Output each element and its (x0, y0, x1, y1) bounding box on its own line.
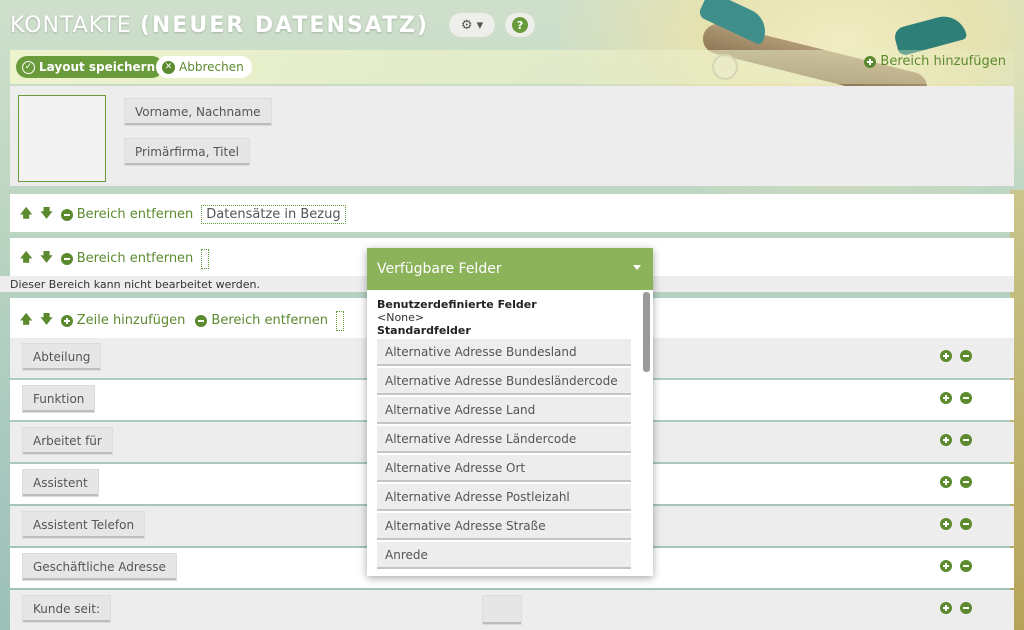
section-title-field[interactable] (336, 310, 345, 331)
add-field-icon[interactable] (940, 518, 952, 530)
move-down-icon[interactable]: 🡇 (40, 248, 52, 269)
move-up-icon[interactable]: 🡅 (20, 310, 32, 331)
cancel-button[interactable]: ✕ Abbrechen (156, 56, 252, 78)
field-chip[interactable]: Geschäftliche Adresse (22, 553, 177, 581)
category-heading: Standardfelder (377, 324, 471, 337)
dropdown-header[interactable]: Verfügbare Felder (367, 248, 653, 290)
dropdown-list: Benutzerdefinierte Felder <None> Standar… (367, 290, 653, 580)
field-chip[interactable]: Arbeitet für (22, 427, 113, 455)
help-button[interactable]: ? (505, 13, 536, 37)
field-option[interactable]: Anrede (377, 542, 631, 569)
scrollbar[interactable] (643, 292, 650, 372)
add-row-label: Zeile hinzufügen (76, 313, 186, 328)
header-section: Vorname, Nachname Primärfirma, Titel (10, 86, 1014, 186)
add-field-icon[interactable] (940, 602, 952, 614)
add-area-button[interactable]: Bereich hinzufügen (864, 54, 1006, 69)
related-records-section: 🡅 🡇 Bereich entfernen Datensätze in Bezu… (10, 194, 1014, 232)
plus-icon (864, 55, 877, 68)
photo-placeholder[interactable] (18, 95, 106, 182)
plus-icon (60, 314, 73, 327)
remove-field-icon[interactable] (960, 434, 972, 446)
page-title: KONTAKTE (NEUER DATENSATZ) (10, 13, 429, 38)
check-icon: ✓ (22, 60, 35, 74)
remove-field-icon[interactable] (960, 392, 972, 404)
dropdown-title: Verfügbare Felder (377, 261, 502, 277)
minus-icon (60, 252, 73, 265)
field-chip[interactable]: Kunde seit: (22, 595, 112, 623)
add-field-icon[interactable] (940, 476, 952, 488)
help-icon: ? (512, 17, 529, 33)
field-option[interactable]: Alternative Adresse Postleizahl (377, 484, 631, 511)
settings-menu-button[interactable]: ⚙ ▾ (449, 13, 496, 37)
remove-field-icon[interactable] (960, 350, 972, 362)
category-heading: Benutzerdefinierte Felder (377, 298, 537, 311)
company-field[interactable]: Primärfirma, Titel (124, 138, 250, 166)
section-title-field[interactable] (201, 248, 210, 269)
name-field[interactable]: Vorname, Nachname (124, 98, 272, 126)
remove-area-label: Bereich entfernen (76, 207, 194, 222)
move-up-icon[interactable]: 🡅 (20, 204, 32, 225)
title-bar: KONTAKTE (NEUER DATENSATZ) ⚙ ▾ ? (10, 8, 536, 42)
add-field-icon[interactable] (940, 560, 952, 572)
remove-area-label: Bereich entfernen (76, 251, 194, 266)
readonly-note: Dieser Bereich kann nicht bearbeitet wer… (10, 278, 260, 291)
field-option[interactable]: Alternative Adresse Bundesland (377, 339, 631, 366)
move-down-icon[interactable]: 🡇 (40, 204, 52, 225)
remove-area-button[interactable]: Bereich entfernen (60, 207, 194, 222)
layout-toolbar: ✓ Layout speichern ✕ Abbrechen Bereich h… (10, 50, 1014, 84)
page-title-subtitle: (NEUER DATENSATZ) (139, 12, 430, 38)
move-down-icon[interactable]: 🡇 (40, 310, 52, 331)
remove-field-icon[interactable] (960, 560, 972, 572)
remove-area-label: Bereich entfernen (211, 313, 329, 328)
field-option[interactable]: Alternative Adresse Bundesländercode (377, 368, 631, 395)
add-area-label: Bereich hinzufügen (880, 54, 1006, 69)
field-option[interactable]: Alternative Adresse Ort (377, 455, 631, 482)
remove-area-button[interactable]: Bereich entfernen (60, 251, 194, 266)
minus-icon (60, 208, 73, 221)
move-up-icon[interactable]: 🡅 (20, 248, 32, 269)
none-option[interactable]: <None> (377, 311, 643, 324)
gear-icon: ⚙ ▾ (460, 17, 484, 33)
page-title-module: KONTAKTE (10, 12, 132, 38)
field-chip[interactable]: Abteilung (22, 343, 102, 371)
save-layout-label: Layout speichern (39, 60, 156, 74)
field-chip[interactable]: Assistent (22, 469, 99, 497)
add-row-button[interactable]: Zeile hinzufügen (60, 313, 186, 328)
remove-field-icon[interactable] (960, 518, 972, 530)
minus-icon (195, 314, 208, 327)
remove-field-icon[interactable] (960, 476, 972, 488)
close-icon: ✕ (162, 60, 175, 74)
remove-area-button[interactable]: Bereich entfernen (195, 313, 328, 328)
field-option[interactable]: Alternative Adresse Land (377, 397, 631, 424)
section-title-field[interactable]: Datensätze in Bezug (201, 205, 346, 224)
available-fields-dropdown: Verfügbare Felder Benutzerdefinierte Fel… (367, 248, 653, 576)
save-layout-button[interactable]: ✓ Layout speichern (16, 56, 164, 78)
field-option[interactable]: Alternative Adresse Straße (377, 513, 631, 540)
field-chip[interactable]: Assistent Telefon (22, 511, 146, 539)
field-option[interactable]: Alternative Adresse Ländercode (377, 426, 631, 453)
field-row: Kunde seit: (10, 590, 1014, 630)
caret-down-icon[interactable] (633, 265, 641, 270)
value-field[interactable] (482, 595, 522, 625)
add-field-icon[interactable] (940, 350, 952, 362)
cancel-label: Abbrechen (179, 60, 244, 74)
add-field-icon[interactable] (940, 434, 952, 446)
add-field-icon[interactable] (940, 392, 952, 404)
field-chip[interactable]: Funktion (22, 385, 96, 413)
remove-field-icon[interactable] (960, 602, 972, 614)
